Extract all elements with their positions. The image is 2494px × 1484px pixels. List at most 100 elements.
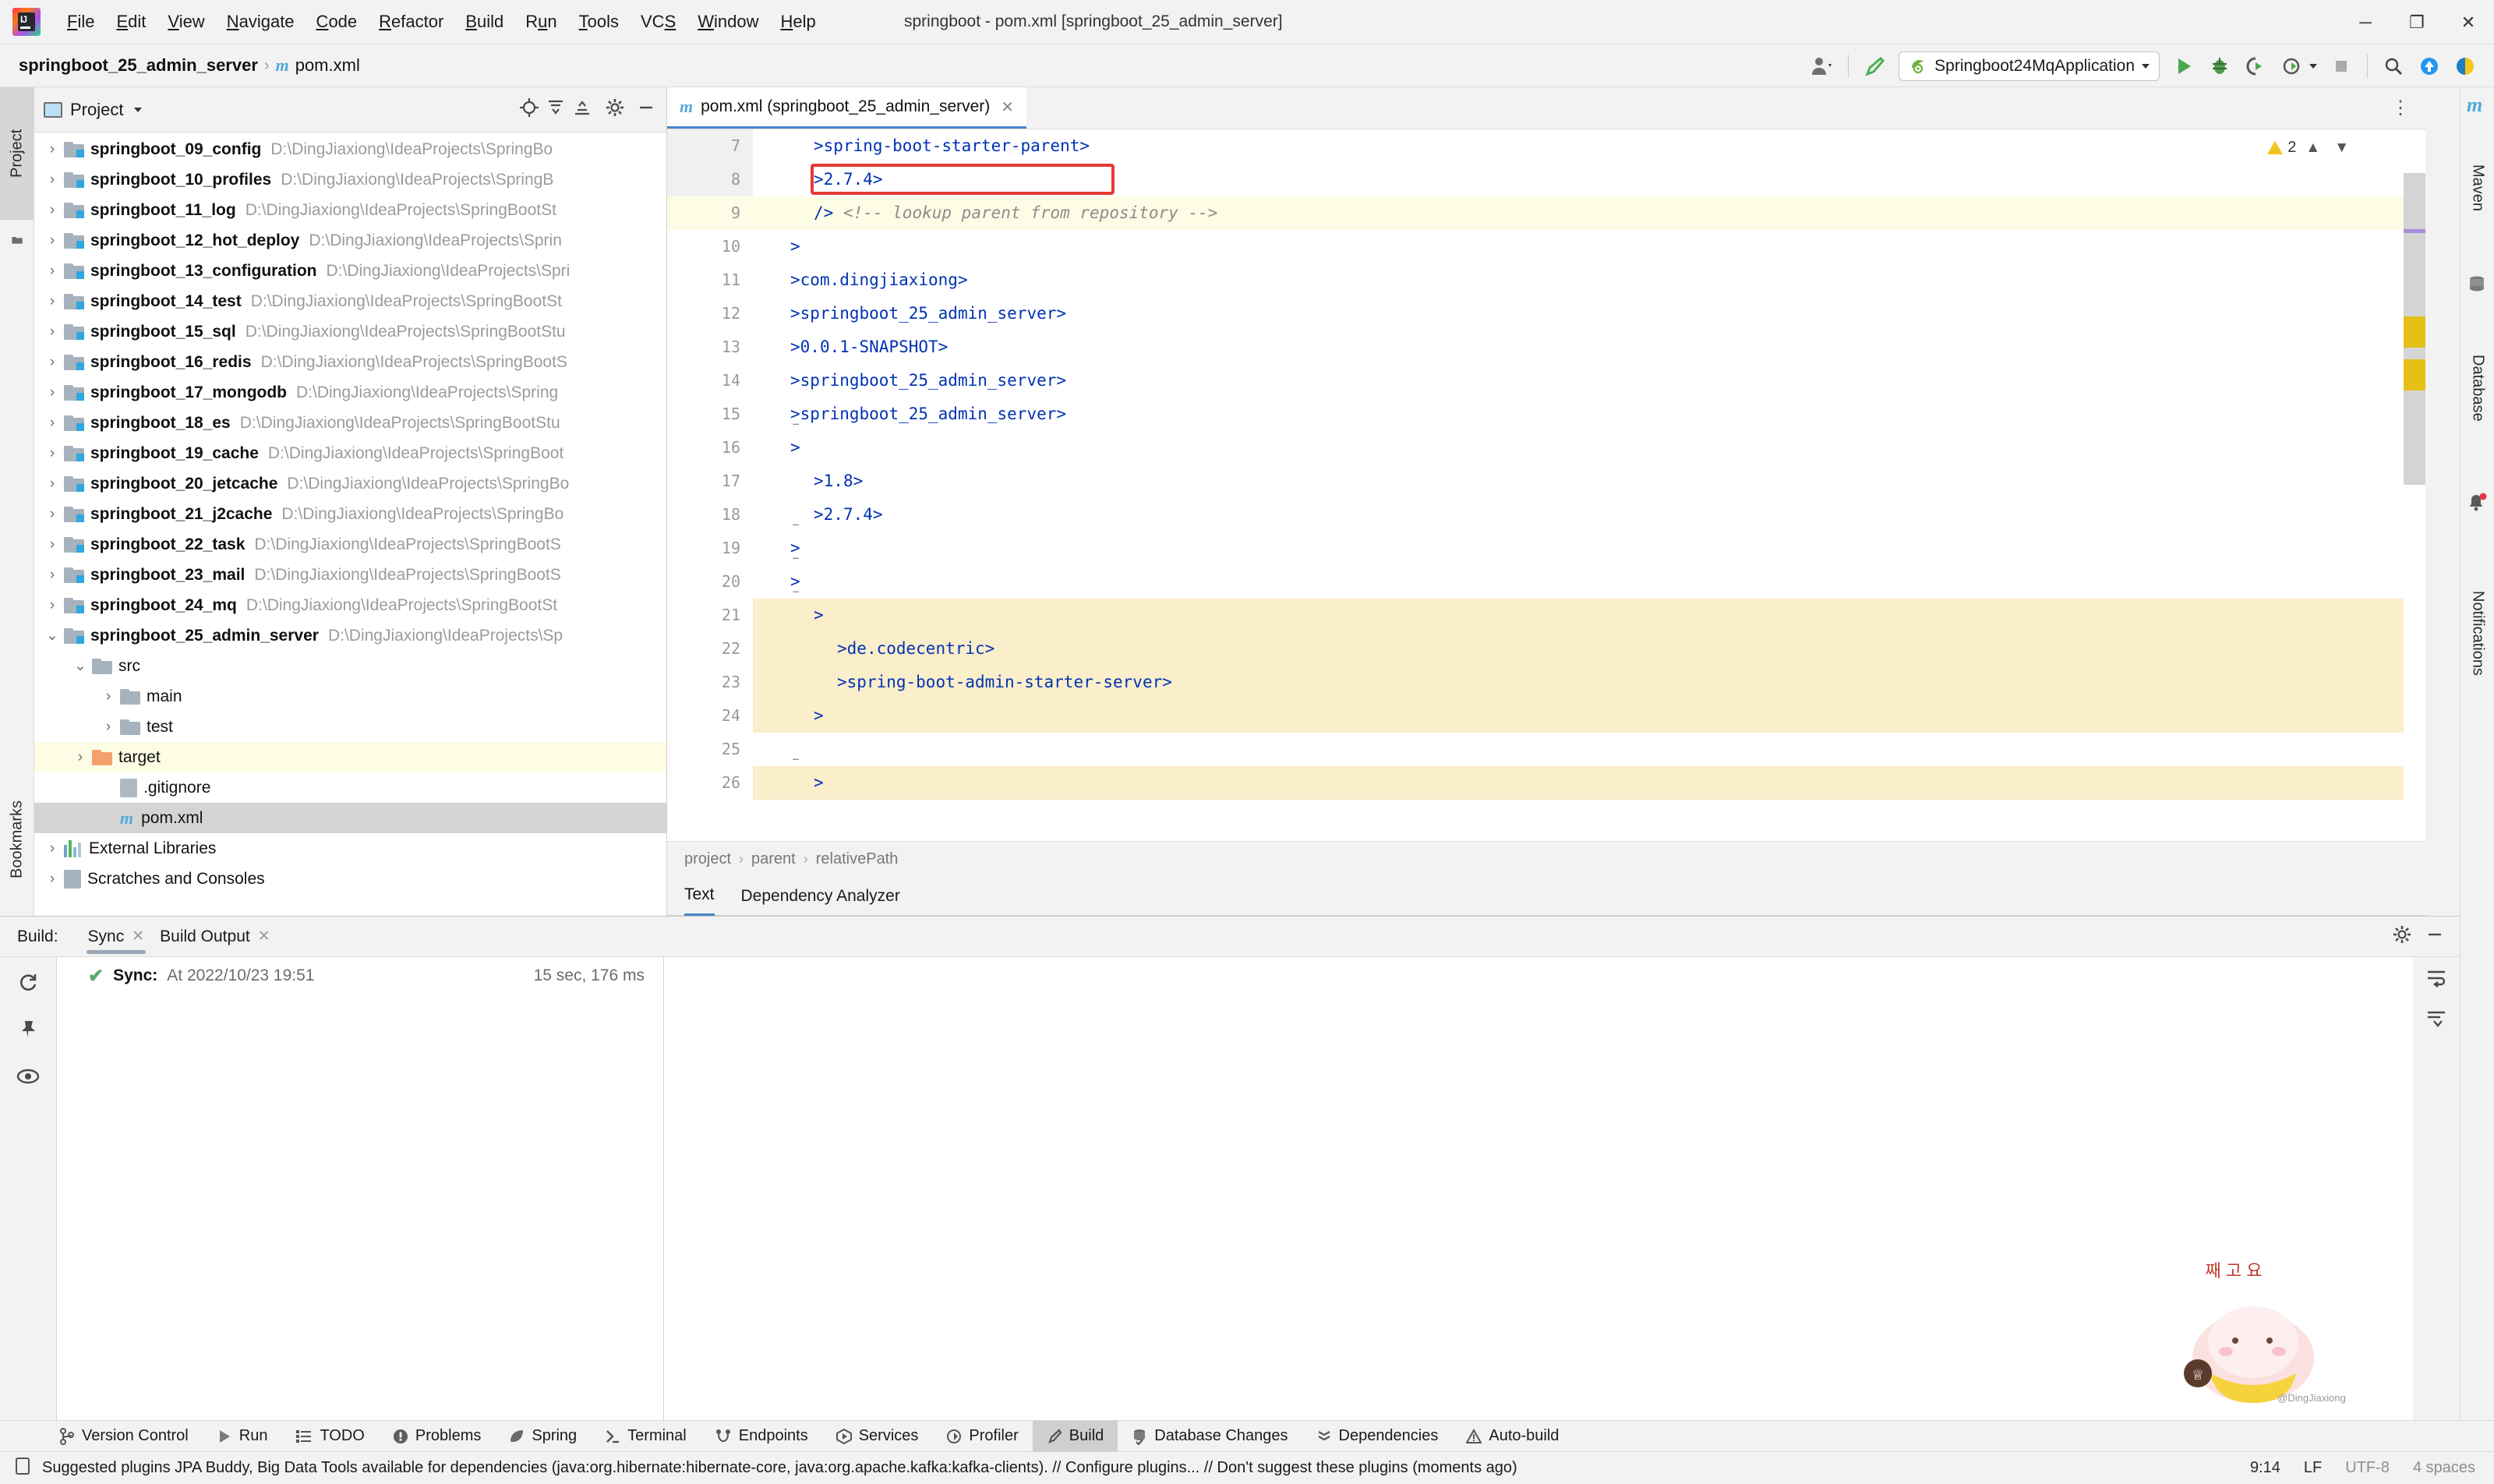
chevron-right-icon[interactable]: › (41, 840, 64, 857)
tool-window-build[interactable]: Build (1032, 1420, 1118, 1452)
code-line[interactable]: >1.8> (753, 465, 2425, 498)
status-notification-icon[interactable] (14, 1457, 31, 1480)
line-number[interactable]: 23− (667, 666, 800, 699)
line-number[interactable]: 13 (667, 330, 753, 364)
caret-position[interactable]: 9:14 (2250, 1459, 2280, 1477)
tree-item[interactable]: ⌄ springboot_25_admin_server D:\DingJiaxio… (34, 620, 666, 651)
line-number[interactable]: 15− (667, 398, 800, 431)
editor-breadcrumb-item[interactable]: project (684, 850, 731, 868)
line-number[interactable]: 19− (667, 532, 800, 565)
tree-item[interactable]: › springboot_21_j2cache D:\DingJiaxiong\Id… (34, 499, 666, 529)
tree-item[interactable]: › springboot_24_mq D:\DingJiaxiong\IdeaPro… (34, 590, 666, 620)
chevron-right-icon[interactable]: › (41, 323, 64, 341)
chevron-right-icon[interactable]: › (41, 141, 64, 158)
chevron-down-icon[interactable]: ⌄ (41, 627, 64, 645)
scroll-to-end-icon[interactable] (2425, 1009, 2448, 1034)
line-number[interactable]: 9− (667, 196, 800, 230)
hide-build-panel-icon[interactable] (2424, 924, 2446, 950)
tool-window-spring[interactable]: Spring (495, 1421, 591, 1452)
menu-run[interactable]: Run (514, 9, 567, 35)
code-line[interactable]: >spring-boot-admin-starter-server> (753, 666, 2425, 699)
tree-item[interactable]: › springboot_15_sql D:\DingJiaxiong\IdeaPr… (34, 316, 666, 347)
tree-item[interactable]: › main (34, 681, 666, 712)
rerun-icon[interactable] (15, 970, 41, 996)
editor-tabs-menu-icon[interactable]: ⋮ (2391, 87, 2425, 129)
line-number[interactable]: 14 (667, 364, 753, 398)
code-line[interactable]: >spring-boot-starter-parent> (753, 129, 2425, 163)
build-settings-gear-icon[interactable] (2391, 924, 2413, 950)
sidebar-item-database[interactable]: Database (2460, 302, 2494, 474)
code-line[interactable] (753, 733, 2425, 766)
tree-item[interactable]: › springboot_13_configuration D:\DingJiaxi… (34, 256, 666, 286)
editor-breadcrumb-item[interactable]: parent (751, 850, 796, 868)
chevron-right-icon[interactable]: › (97, 688, 120, 705)
minimize-button[interactable]: ─ (2340, 0, 2391, 44)
locate-file-icon[interactable] (518, 97, 540, 122)
chevron-right-icon[interactable]: › (69, 749, 92, 766)
line-number[interactable]: 20− (667, 565, 800, 599)
line-number[interactable]: 10 (667, 230, 753, 263)
code-line[interactable]: > (753, 431, 2425, 465)
sidebar-item-maven[interactable]: Maven (2460, 122, 2494, 254)
code-line[interactable]: >springboot_25_admin_server> (753, 398, 2425, 431)
chevron-right-icon[interactable]: › (41, 506, 64, 523)
gear-icon[interactable] (604, 97, 626, 122)
chevron-right-icon[interactable]: › (41, 263, 64, 280)
stop-button[interactable] (2323, 48, 2359, 84)
tree-item[interactable]: › springboot_14_test D:\DingJiaxiong\IdeaP… (34, 286, 666, 316)
close-icon[interactable]: ✕ (1001, 97, 1014, 117)
editor-bottom-tab-dependency-analyzer[interactable]: Dependency Analyzer (741, 887, 900, 906)
code-line[interactable]: > (753, 766, 2425, 800)
expand-all-icon[interactable] (545, 97, 567, 122)
breadcrumb-file[interactable]: pom.xml (295, 55, 360, 76)
chevron-right-icon[interactable]: › (41, 171, 64, 189)
tool-window-todo[interactable]: TODO (281, 1421, 378, 1452)
sidebar-item-project[interactable]: Project (0, 87, 34, 220)
sidebar-item-notifications[interactable]: Notifications (2460, 524, 2494, 742)
tree-item[interactable]: › springboot_11_log D:\DingJiaxiong\IdeaPr… (34, 195, 666, 225)
chevron-right-icon[interactable]: › (41, 445, 64, 462)
chevron-right-icon[interactable]: › (41, 871, 64, 888)
close-icon[interactable]: ✕ (132, 928, 144, 945)
close-icon[interactable]: ✕ (258, 928, 270, 945)
code-editor[interactable]: 789−101112131415−161718−19−20−212223−242… (667, 129, 2425, 841)
profile-chevron-icon[interactable] (2309, 63, 2317, 69)
tree-item[interactable]: › springboot_20_jetcache D:\DingJiaxiong\I… (34, 468, 666, 499)
tree-item[interactable]: › springboot_17_mongodb D:\DingJiaxiong\Id… (34, 377, 666, 408)
tree-item[interactable]: › springboot_09_config D:\DingJiaxiong\Ide… (34, 134, 666, 164)
tool-window-auto-build[interactable]: Auto-build (1452, 1421, 1573, 1452)
line-number[interactable]: 18− (667, 498, 800, 532)
next-problem-icon[interactable]: ▼ (2330, 140, 2354, 157)
menu-navigate[interactable]: Navigate (216, 9, 306, 35)
previous-problem-icon[interactable]: ▲ (2301, 140, 2325, 157)
breadcrumb-project[interactable]: springboot_25_admin_server (19, 55, 258, 76)
tree-item[interactable]: › springboot_19_cache D:\DingJiaxiong\Idea… (34, 438, 666, 468)
update-project-icon[interactable] (2411, 48, 2447, 84)
collapse-all-icon[interactable] (571, 97, 593, 122)
hide-panel-icon[interactable] (635, 97, 657, 122)
code-line[interactable]: >2.7.4> (753, 498, 2425, 532)
tree-item[interactable]: .gitignore (34, 772, 666, 803)
line-separator[interactable]: LF (2304, 1459, 2322, 1477)
menu-vcs[interactable]: VCS (630, 9, 687, 35)
tree-item[interactable]: › springboot_18_es D:\DingJiaxiong\IdeaPro… (34, 408, 666, 438)
chevron-right-icon[interactable]: › (41, 354, 64, 371)
status-message[interactable]: Suggested plugins JPA Buddy, Big Data To… (42, 1459, 1517, 1477)
pin-icon[interactable] (15, 1016, 41, 1043)
tree-item[interactable]: › Scratches and Consoles (34, 864, 666, 894)
code-line[interactable]: >springboot_25_admin_server> (753, 297, 2425, 330)
build-tab-build-output[interactable]: Build Output ✕ (152, 917, 278, 957)
line-number[interactable]: 21 (667, 599, 776, 632)
inspection-widget[interactable]: 2 ▲ ▼ (2267, 139, 2354, 157)
chevron-right-icon[interactable]: › (41, 415, 64, 432)
editor-bottom-tab-text[interactable]: Text (684, 877, 715, 916)
search-icon[interactable] (2376, 48, 2411, 84)
menu-file[interactable]: File (56, 9, 105, 35)
code-line[interactable]: > (753, 532, 2425, 565)
project-view-chevron-icon[interactable] (134, 107, 143, 112)
code-line[interactable]: /> <!-- lookup parent from repository --… (753, 196, 2425, 230)
code-line[interactable]: > (753, 599, 2425, 632)
chevron-right-icon[interactable]: › (41, 384, 64, 401)
profile-button[interactable] (2273, 48, 2309, 84)
tree-item[interactable]: › target (34, 742, 666, 772)
